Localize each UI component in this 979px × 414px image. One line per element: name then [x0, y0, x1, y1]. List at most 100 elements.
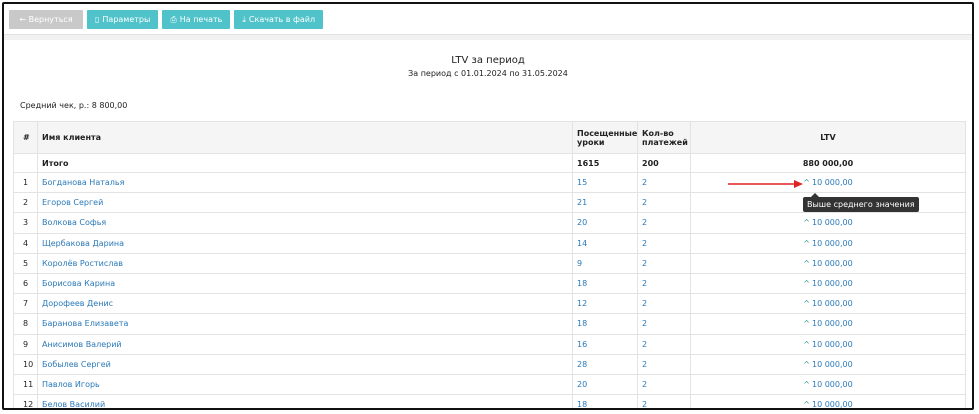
chevron-up-icon[interactable]: ^: [803, 259, 810, 268]
chevron-up-icon[interactable]: ^: [803, 279, 810, 288]
chevron-up-icon[interactable]: ^: [803, 340, 810, 349]
lessons-link[interactable]: 18: [577, 400, 587, 408]
client-name-link[interactable]: Богданова Наталья: [42, 178, 124, 187]
lessons-cell: 20: [572, 212, 638, 234]
lessons-link[interactable]: 18: [577, 319, 587, 328]
header-payments[interactable]: Кол-во платежей: [637, 121, 691, 154]
row-num: 11: [13, 373, 38, 396]
lessons-cell: 18: [572, 313, 638, 335]
payments-link[interactable]: 2: [642, 198, 647, 207]
client-name-link[interactable]: Королёв Ростислав: [42, 259, 123, 268]
row-num: 10: [13, 353, 38, 375]
lessons-link[interactable]: 14: [577, 239, 587, 248]
total-lessons: 1615: [572, 153, 638, 173]
row-num: 6: [13, 272, 38, 295]
ltv-link[interactable]: 10 000,00: [812, 340, 853, 349]
table-row: 9 Анисимов Валерий 16 2 ^ 10 000,00: [13, 333, 966, 355]
lessons-link[interactable]: 12: [577, 299, 587, 308]
lessons-cell: 9: [572, 252, 638, 274]
payments-cell: 2: [637, 313, 691, 335]
ltv-link[interactable]: 10 000,00: [812, 319, 853, 328]
payments-link[interactable]: 2: [642, 319, 647, 328]
payments-cell: 2: [637, 171, 691, 194]
payments-link[interactable]: 2: [642, 239, 647, 248]
ltv-link[interactable]: 10 000,00: [812, 239, 853, 248]
payments-link[interactable]: 2: [642, 259, 647, 268]
lessons-link[interactable]: 28: [577, 360, 587, 369]
payments-link[interactable]: 2: [642, 279, 647, 288]
ltv-cell: ^10 000,00: [690, 212, 966, 234]
chevron-up-icon[interactable]: ^: [803, 380, 810, 389]
header-client[interactable]: Имя клиента: [37, 121, 573, 154]
header-ltv[interactable]: LTV: [690, 121, 966, 154]
ltv-cell: ^10 000,00: [690, 373, 966, 396]
header-lessons[interactable]: Посещенные уроки: [572, 121, 638, 154]
payments-link[interactable]: 2: [642, 360, 647, 369]
ltv-link[interactable]: 10 000,00: [812, 360, 853, 369]
client-name-link[interactable]: Волкова Софья: [42, 218, 106, 227]
client-name-link[interactable]: Борисова Карина: [42, 279, 115, 288]
params-button[interactable]: ▯ Параметры: [87, 10, 159, 29]
average-check: Средний чек, р.: 8 800,00: [20, 101, 128, 110]
lessons-link[interactable]: 20: [577, 380, 587, 389]
ltv-cell: ^10 000,00: [690, 313, 966, 335]
lessons-cell: 18: [572, 272, 638, 295]
total-row: Итого 1615 200 880 000,00: [13, 153, 966, 173]
chevron-up-icon[interactable]: ^: [803, 400, 810, 408]
lessons-link[interactable]: 18: [577, 279, 587, 288]
lessons-link[interactable]: 20: [577, 218, 587, 227]
chevron-up-icon[interactable]: ^: [803, 360, 810, 369]
payments-link[interactable]: 2: [642, 299, 647, 308]
row-num: 4: [13, 232, 38, 254]
lessons-link[interactable]: 15: [577, 178, 587, 187]
payments-link[interactable]: 2: [642, 340, 647, 349]
client-name-cell: Щербакова Дарина: [37, 232, 573, 254]
client-name-link[interactable]: Белов Василий: [42, 400, 105, 408]
ltv-link[interactable]: 10 000,00: [812, 279, 853, 288]
payments-cell: 2: [637, 333, 691, 355]
chevron-up-icon[interactable]: ^: [803, 218, 810, 227]
client-name-link[interactable]: Щербакова Дарина: [42, 239, 124, 248]
payments-link[interactable]: 2: [642, 400, 647, 408]
row-num: 7: [13, 293, 38, 315]
client-name-link[interactable]: Бобылев Сергей: [42, 360, 111, 369]
payments-cell: 2: [637, 252, 691, 274]
chevron-up-icon[interactable]: ^: [803, 319, 810, 328]
ltv-link[interactable]: 10 000,00: [812, 218, 853, 227]
client-name-link[interactable]: Баранова Елизавета: [42, 319, 128, 328]
report-period: За период с 01.01.2024 по 31.05.2024: [408, 69, 568, 78]
chevron-up-icon[interactable]: ^: [803, 239, 810, 248]
ltv-table: # Имя клиента Посещенные уроки Кол-во пл…: [13, 121, 966, 408]
lessons-cell: 28: [572, 353, 638, 375]
payments-link[interactable]: 2: [642, 380, 647, 389]
lessons-link[interactable]: 21: [577, 198, 587, 207]
download-button[interactable]: ⤓ Скачать в файл: [234, 10, 324, 29]
lessons-cell: 14: [572, 232, 638, 254]
download-icon: ⤓: [242, 14, 246, 24]
ltv-link[interactable]: 10 000,00: [812, 299, 853, 308]
client-name-cell: Баранова Елизавета: [37, 313, 573, 335]
total-ltv: 880 000,00: [690, 153, 966, 173]
client-name-cell: Дорофеев Денис: [37, 293, 573, 315]
lessons-link[interactable]: 9: [577, 259, 582, 268]
ltv-link[interactable]: 10 000,00: [812, 259, 853, 268]
client-name-cell: Борисова Карина: [37, 272, 573, 295]
chevron-up-icon[interactable]: ^: [803, 299, 810, 308]
client-name-link[interactable]: Анисимов Валерий: [42, 340, 122, 349]
table-row: 12 Белов Василий 18 2 ^ 10 000,00: [13, 394, 966, 408]
back-button[interactable]: ← Вернуться: [9, 10, 83, 29]
ltv-link[interactable]: 10 000,00: [812, 178, 853, 187]
chevron-up-icon[interactable]: ^: [803, 178, 810, 187]
payments-cell: 2: [637, 394, 691, 408]
client-name-link[interactable]: Павлов Игорь: [42, 380, 100, 389]
lessons-cell: 18: [572, 394, 638, 408]
payments-link[interactable]: 2: [642, 218, 647, 227]
payments-link[interactable]: 2: [642, 178, 647, 187]
client-name-link[interactable]: Дорофеев Денис: [42, 299, 113, 308]
ltv-link[interactable]: 10 000,00: [812, 380, 853, 389]
lessons-link[interactable]: 16: [577, 340, 587, 349]
ltv-link[interactable]: 10 000,00: [812, 400, 853, 408]
client-name-link[interactable]: Егоров Сергей: [42, 198, 103, 207]
print-button[interactable]: ⎙ На печать: [162, 10, 231, 29]
ltv-cell: ^10 000,00: [690, 293, 966, 315]
